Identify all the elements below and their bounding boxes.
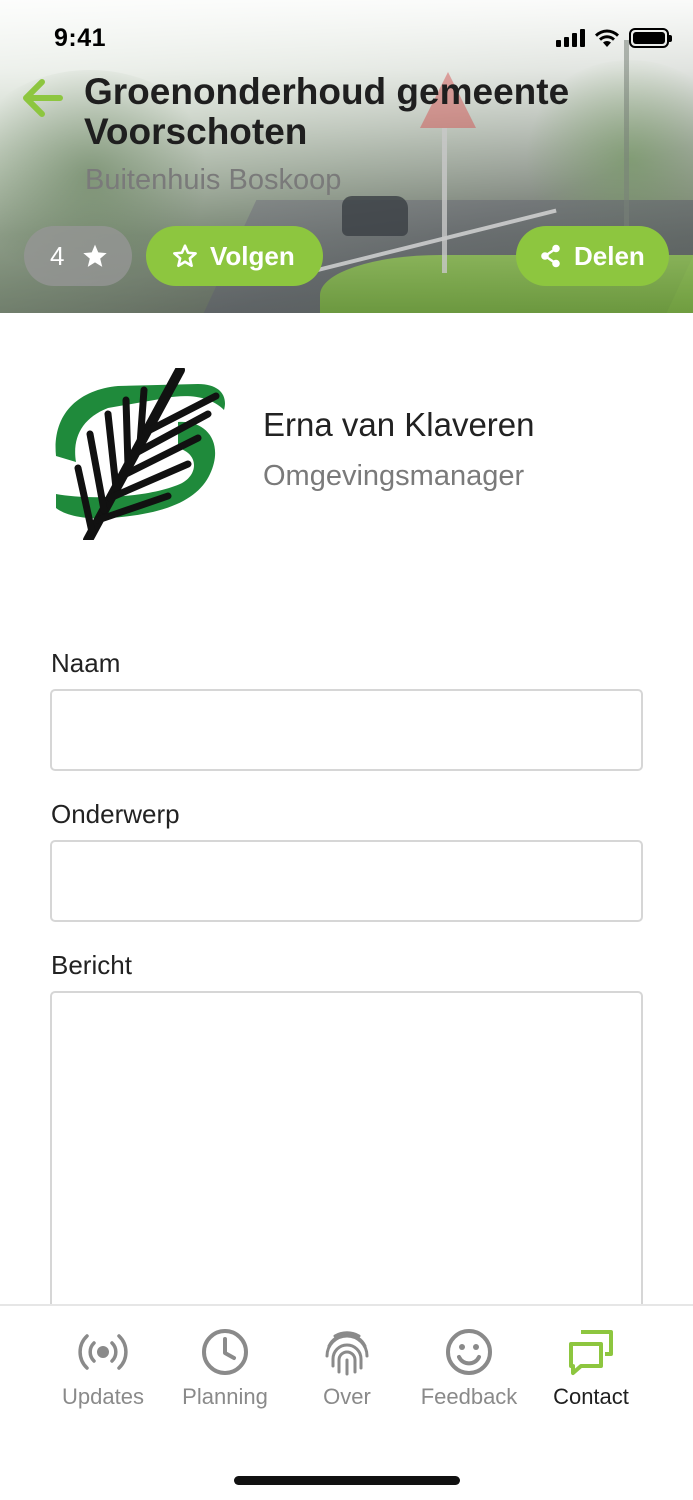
tab-over-label: Over (323, 1384, 371, 1409)
project-subtitle: Buitenhuis Boskoop (85, 164, 342, 196)
back-arrow-icon[interactable] (20, 78, 64, 118)
home-indicator[interactable] (234, 1476, 460, 1485)
contact-person-role: Omgevingsmanager (263, 460, 525, 492)
star-filled-icon (83, 244, 108, 267)
name-input[interactable] (50, 689, 643, 771)
status-icons (556, 28, 672, 48)
tab-planning[interactable]: Planning (165, 1326, 285, 1410)
name-label: Naam (51, 648, 121, 678)
tab-updates-label: Updates (62, 1384, 144, 1409)
smiley-icon (446, 1329, 492, 1375)
tab-over[interactable]: Over (287, 1326, 407, 1410)
project-header: 9:41 Groenonderhoud gemeente Voorschoten… (0, 0, 693, 313)
tab-feedback-label: Feedback (420, 1384, 518, 1409)
contact-person-name: Erna van Klaveren (263, 406, 535, 443)
tab-feedback[interactable]: Feedback (409, 1326, 529, 1410)
share-button-label: Delen (574, 240, 645, 271)
subject-input[interactable] (50, 840, 643, 922)
star-outline-icon (173, 244, 197, 268)
project-title: Groenonderhoud gemeente Voorschoten (84, 71, 570, 152)
tab-contact[interactable]: Contact (531, 1326, 651, 1410)
broadcast-icon (78, 1334, 128, 1370)
wifi-icon (595, 29, 619, 47)
rating-badge: 4 (24, 226, 132, 286)
message-textarea[interactable] (50, 991, 643, 1331)
share-button[interactable]: Delen (516, 226, 669, 286)
status-time: 9:41 (54, 24, 107, 52)
bottom-tab-bar: Updates Planning Over Feedback Contact (0, 1304, 693, 1500)
cellular-signal-icon (556, 29, 585, 47)
share-icon (541, 244, 560, 268)
follow-button-label: Volgen (210, 240, 295, 271)
company-leaf-logo (55, 368, 225, 540)
follow-button[interactable]: Volgen (146, 226, 323, 286)
battery-icon (629, 28, 672, 48)
tab-contact-label: Contact (553, 1384, 629, 1409)
chat-bubbles-icon (569, 1330, 613, 1375)
rating-count: 4 (50, 240, 65, 271)
tab-updates[interactable]: Updates (43, 1326, 163, 1410)
subject-label: Onderwerp (51, 799, 180, 829)
message-label: Bericht (51, 950, 132, 980)
tab-planning-label: Planning (182, 1384, 268, 1409)
clock-icon (202, 1329, 248, 1375)
status-bar: 9:41 (0, 0, 693, 76)
header-photo-car (342, 196, 408, 236)
fingerprint-icon (325, 1331, 369, 1376)
